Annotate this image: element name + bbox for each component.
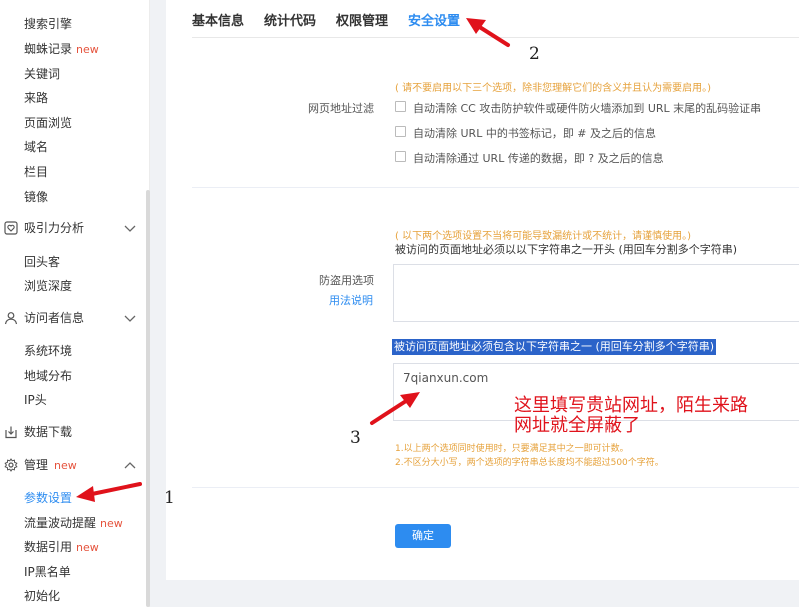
annotation-note-line-1: 这里填写贵站网址，陌生来路 (514, 395, 748, 416)
annotation-note-line-2: 网址就全屏蔽了 (514, 415, 640, 436)
arrow-to-security-tab (466, 18, 510, 47)
annotation-number-3: 3 (350, 428, 361, 448)
arrow-to-textarea (370, 392, 420, 425)
annotation-arrows (76, 18, 510, 502)
arrow-to-params (76, 482, 142, 502)
annotation-number-1: 1 (164, 488, 175, 508)
annotation-number-2: 2 (529, 44, 540, 64)
